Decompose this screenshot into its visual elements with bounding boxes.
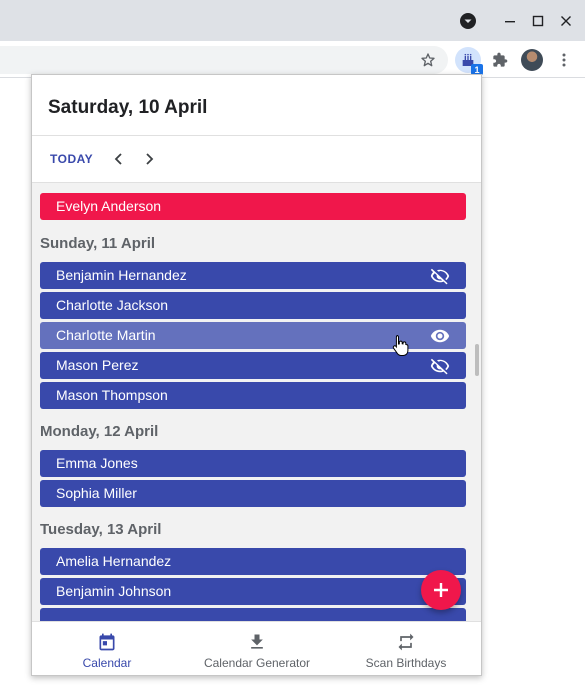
nav-label: Scan Birthdays — [365, 656, 447, 670]
nav-label: Calendar Generator — [203, 656, 311, 670]
scrollbar[interactable] — [475, 344, 479, 376]
browser-toolbar: 1 — [0, 41, 585, 78]
birthday-name: Mason Perez — [56, 357, 139, 373]
browser-titlebar — [0, 0, 585, 41]
close-window-button[interactable] — [553, 8, 579, 34]
previous-button[interactable] — [109, 149, 129, 169]
maximize-icon — [532, 15, 544, 27]
calendar-icon — [99, 633, 115, 651]
nav-label: Calendar — [82, 656, 132, 670]
minimize-icon — [505, 21, 515, 23]
hand-cursor-icon — [392, 335, 409, 356]
next-button[interactable] — [139, 149, 159, 169]
birthday-item[interactable]: Amelia Hernandez — [40, 548, 466, 575]
birthday-name: Charlotte Martin — [56, 327, 156, 343]
birthday-item[interactable] — [40, 608, 466, 621]
extensions-button[interactable] — [487, 47, 513, 73]
bookmark-star-button[interactable] — [415, 47, 441, 73]
popup-header: Saturday, 10 April — [32, 75, 481, 136]
birthday-name: Amelia Hernandez — [56, 553, 172, 569]
chevron-right-icon — [146, 153, 154, 165]
nav-calendar[interactable]: Calendar — [32, 622, 182, 675]
birthday-list[interactable]: Evelyn Anderson Sunday, 11 April Benjami… — [32, 183, 481, 621]
more-vert-icon — [562, 53, 566, 67]
avatar — [521, 49, 543, 71]
puzzle-icon — [493, 52, 508, 67]
swap-icon — [398, 633, 414, 651]
plus-icon — [434, 583, 448, 597]
eye-off-icon[interactable] — [430, 356, 450, 376]
nav-calendar-generator[interactable]: Calendar Generator — [182, 622, 332, 675]
day-heading: Tuesday, 13 April — [40, 521, 162, 538]
eye-off-icon[interactable] — [430, 266, 450, 286]
birthday-popup: Saturday, 10 April TODAY Evelyn Anderson… — [31, 74, 482, 676]
minimize-button[interactable] — [497, 8, 523, 34]
browser-menu-button[interactable] — [551, 47, 577, 73]
birthday-item[interactable]: Benjamin Hernandez — [40, 262, 466, 289]
eye-icon[interactable] — [430, 326, 450, 346]
birthday-name: Evelyn Anderson — [56, 198, 162, 214]
birthday-name: Benjamin Johnson — [56, 583, 172, 599]
bottom-navigation: Calendar Calendar Generator Scan Birthda… — [32, 621, 481, 675]
address-bar[interactable] — [0, 46, 448, 74]
birthday-extension-button[interactable]: 1 — [455, 47, 483, 75]
day-heading: Monday, 12 April — [40, 423, 159, 440]
add-birthday-button[interactable] — [421, 570, 461, 610]
maximize-button[interactable] — [525, 8, 551, 34]
birthday-item[interactable]: Mason Perez — [40, 352, 466, 379]
profile-button[interactable] — [519, 47, 545, 73]
birthday-item[interactable]: Sophia Miller — [40, 480, 466, 507]
birthday-item[interactable]: Benjamin Johnson — [40, 578, 466, 605]
page-title: Saturday, 10 April — [48, 97, 208, 118]
birthday-item[interactable]: Emma Jones — [40, 450, 466, 477]
close-icon — [561, 16, 571, 26]
today-button[interactable]: TODAY — [50, 152, 93, 166]
nav-scan-birthdays[interactable]: Scan Birthdays — [331, 622, 481, 675]
birthday-item[interactable]: Evelyn Anderson — [40, 193, 466, 220]
birthday-name: Sophia Miller — [56, 485, 137, 501]
birthday-name: Mason Thompson — [56, 387, 168, 403]
download-icon — [251, 634, 263, 649]
birthday-name: Charlotte Jackson — [56, 297, 169, 313]
birthday-name: Emma Jones — [56, 455, 138, 471]
birthday-item[interactable]: Mason Thompson — [40, 382, 466, 409]
date-navigation: TODAY — [32, 136, 481, 183]
birthday-name: Benjamin Hernandez — [56, 267, 187, 283]
chevron-left-icon — [114, 153, 122, 165]
chevron-down-icon — [460, 13, 476, 29]
star-icon — [421, 53, 435, 67]
tab-search-button[interactable] — [455, 8, 481, 34]
birthday-item[interactable]: Charlotte Jackson — [40, 292, 466, 319]
day-heading: Sunday, 11 April — [40, 235, 156, 252]
